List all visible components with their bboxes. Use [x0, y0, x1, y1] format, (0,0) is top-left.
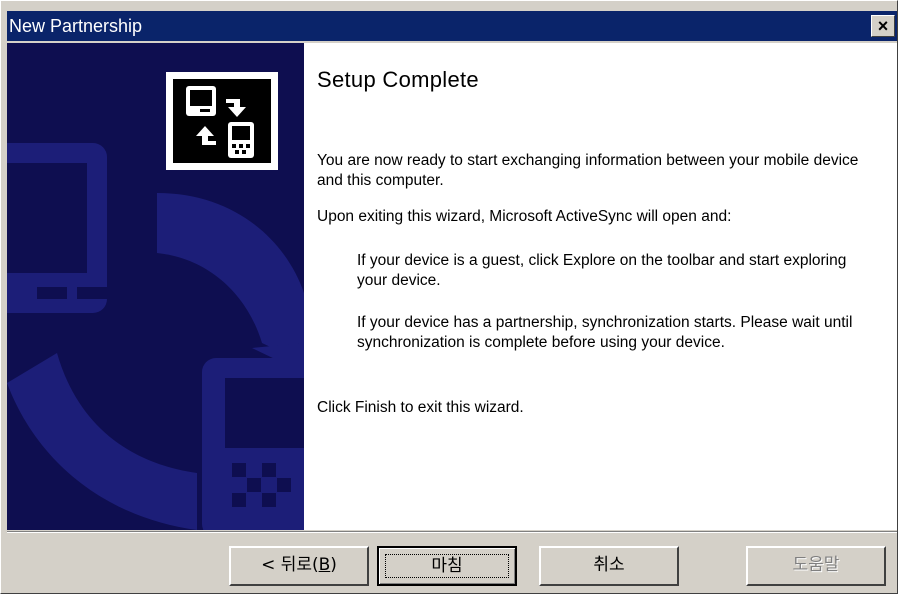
wizard-main-pane: Setup Complete You are now ready to star… [304, 43, 897, 530]
wizard-content: Setup Complete You are now ready to star… [7, 43, 897, 530]
finish-text: Click Finish to exit this wizard. [317, 399, 524, 416]
finish-button-label: 마침 [385, 554, 509, 578]
close-icon: × [877, 16, 889, 36]
title-bar[interactable]: New Partnership × [7, 11, 897, 41]
cancel-button[interactable]: 취소 [539, 546, 679, 586]
wizard-window: New Partnership × Setup Complete You are… [0, 0, 898, 594]
exit-text: Upon exiting this wizard, Microsoft Acti… [317, 208, 732, 225]
back-button-label-suffix: ) [330, 555, 337, 575]
wizard-sidebar [7, 43, 304, 530]
page-title: Setup Complete [317, 67, 479, 92]
back-button-mnemonic: B [318, 555, 331, 575]
finish-button[interactable]: 마침 [377, 546, 517, 586]
window-title: New Partnership [9, 16, 143, 36]
help-button-label: 도움말 [792, 555, 840, 575]
guest-instructions: If your device is a guest, click Explore… [357, 252, 847, 289]
button-separator [7, 531, 897, 533]
close-button[interactable]: × [871, 15, 895, 37]
partnership-instructions: If your device has a partnership, synchr… [357, 314, 853, 351]
back-button-label-prefix: < 뒤로( [261, 555, 319, 575]
help-button[interactable]: 도움말 [746, 546, 886, 586]
intro-text: You are now ready to start exchanging in… [317, 152, 859, 189]
cancel-button-label: 취소 [593, 555, 625, 575]
device-sync-icon [166, 72, 278, 170]
back-button[interactable]: < 뒤로(B) [229, 546, 369, 586]
